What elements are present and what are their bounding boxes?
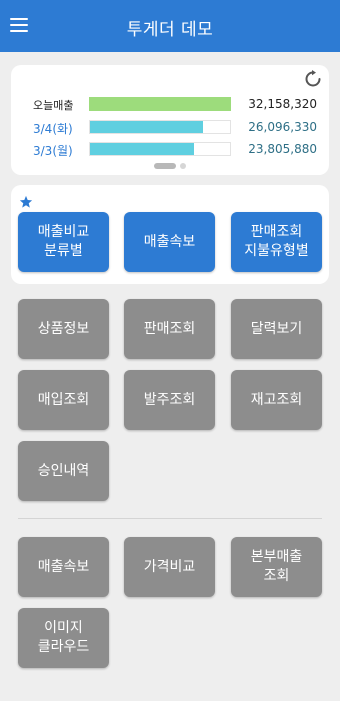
sales-bar-fill — [90, 143, 194, 155]
tile-sales-flash-favorite[interactable]: 매출속보 — [124, 212, 215, 272]
tile-product-info[interactable]: 상품정보 — [18, 299, 109, 359]
tile-sales-compare-by-category[interactable]: 매출비교 분류별 — [18, 212, 109, 272]
star-icon — [19, 195, 33, 208]
app-title: 투게더 데모 — [126, 20, 214, 40]
page-indicator — [154, 163, 194, 169]
tile-sales-by-payment-type[interactable]: 판매조회 지불유형별 — [231, 212, 322, 272]
sales-row-value: 32,158,320 — [248, 97, 317, 111]
tile-calendar-view[interactable]: 달력보기 — [231, 299, 322, 359]
tile-hq-sales-inquiry[interactable]: 본부매출 조회 — [231, 537, 322, 597]
page-indicator-dot[interactable] — [180, 163, 186, 169]
sales-bar-track — [89, 120, 231, 134]
sales-bar-track — [89, 97, 231, 111]
sales-row-day-2: 3/3(월) 23,805,880 — [11, 140, 329, 158]
sales-row-day-1: 3/4(화) 26,096,330 — [11, 118, 329, 136]
tile-image-cloud[interactable]: 이미지 클라우드 — [18, 608, 109, 668]
tile-approval-history[interactable]: 승인내역 — [18, 441, 109, 501]
tile-sales-flash[interactable]: 매출속보 — [18, 537, 109, 597]
sales-row-value: 26,096,330 — [248, 120, 317, 134]
sales-bar-track — [89, 142, 231, 156]
tile-order-inquiry[interactable]: 발주조회 — [124, 370, 215, 430]
sales-row-today: 오늘매출 32,158,320 — [11, 95, 329, 113]
sales-row-value: 23,805,880 — [248, 142, 317, 156]
page-indicator-active-dot[interactable] — [154, 163, 176, 169]
sales-row-label: 오늘매출 — [33, 99, 74, 112]
sales-bar-fill — [90, 121, 204, 133]
tile-price-compare[interactable]: 가격비교 — [124, 537, 215, 597]
sales-row-label: 3/4(화) — [33, 122, 73, 136]
refresh-icon[interactable] — [303, 69, 323, 89]
section-divider — [18, 518, 322, 519]
tile-sales-inquiry[interactable]: 판매조회 — [124, 299, 215, 359]
tile-stock-inquiry[interactable]: 재고조회 — [231, 370, 322, 430]
sales-row-label: 3/3(월) — [33, 144, 73, 158]
sales-bar-fill — [89, 97, 231, 111]
tile-purchase-inquiry[interactable]: 매입조회 — [18, 370, 109, 430]
app-bar: 투게더 데모 — [0, 0, 340, 52]
sales-summary-card: 오늘매출 32,158,320 3/4(화) 26,096,330 3/3(월)… — [11, 65, 329, 175]
